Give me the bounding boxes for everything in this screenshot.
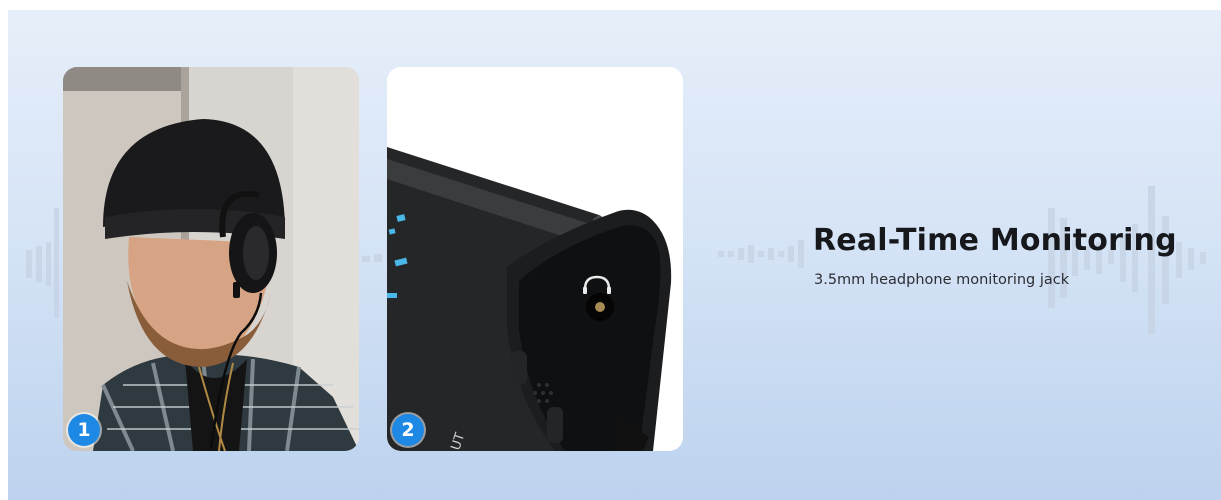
photo-card-2: UT 2 [387,67,683,451]
badge-2: 2 [392,414,424,446]
badge-1: 1 [68,414,100,446]
feature-subtitle: 3.5mm headphone monitoring jack [814,272,1070,288]
feature-title: Real-Time Monitoring [813,223,1177,258]
photo-card-1: 1 [63,67,359,451]
headphone-jack-closeup-photo: UT [387,67,683,451]
feature-banner: 1 UT 2 Real-Time Monitoring 3.5mm headph… [8,10,1221,500]
man-wearing-headphones-photo [63,67,359,451]
